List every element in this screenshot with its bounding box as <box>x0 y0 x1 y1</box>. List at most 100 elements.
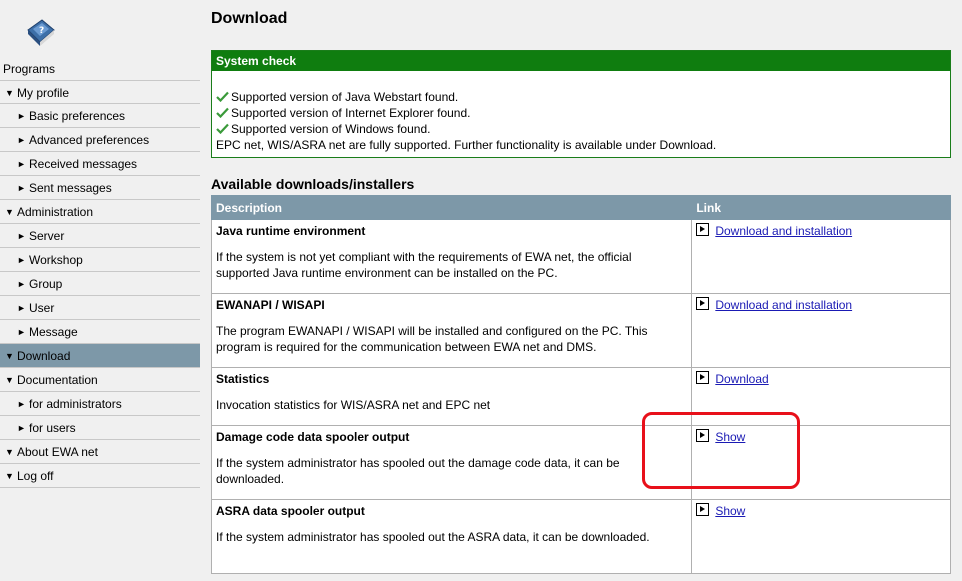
sidebar-item-label: Basic preferences <box>29 109 126 123</box>
sidebar-item-label: My profile <box>17 86 70 100</box>
sidebar-item-label: Group <box>29 277 63 291</box>
item-title: Damage code data spooler output <box>216 430 410 444</box>
bullet-arrow-icon: ► <box>17 279 26 289</box>
link-cell: Show <box>691 425 951 500</box>
link-cell: Download and installation <box>691 219 951 294</box>
description-cell: ASRA data spooler output If the system ad… <box>210 499 693 574</box>
expand-triangle-icon: ▼ <box>5 207 14 217</box>
table-row: ASRA data spooler output If the system ad… <box>210 499 951 574</box>
download-link[interactable]: Download and installation <box>715 298 852 312</box>
sidebar-item-workshop[interactable]: ► Workshop <box>0 248 200 272</box>
play-arrow-icon[interactable] <box>696 223 710 236</box>
sidebar-nav: ▼ My profile ► Basic preferences ► Advanced… <box>0 80 200 488</box>
item-description: Invocation statistics for WIS/ASRA net a… <box>216 398 491 412</box>
link-cell: Download and installation <box>691 293 951 368</box>
sidebar-item-log-off[interactable]: ▼ Log off <box>0 464 200 488</box>
sidebar-item-label: Log off <box>17 469 54 483</box>
expand-triangle-icon: ▼ <box>5 351 14 361</box>
sidebar-item-label: Advanced preferences <box>29 133 150 147</box>
check-line: Supported version of Internet Explorer f… <box>216 105 946 121</box>
sidebar-item-documentation[interactable]: ▼ Documentation <box>0 368 200 392</box>
system-check-panel: System check Supported version of Java W… <box>211 50 951 158</box>
sidebar-item-label: for administrators <box>29 397 122 411</box>
item-title: ASRA data spooler output <box>216 504 365 518</box>
page-title: Download <box>211 10 288 27</box>
description-cell: Java runtime environment If the system is… <box>210 219 693 294</box>
sidebar-item-user[interactable]: ► User <box>0 296 200 320</box>
sidebar-item-message[interactable]: ► Message <box>0 320 200 344</box>
play-arrow-icon[interactable] <box>696 503 710 516</box>
play-arrow-icon[interactable] <box>696 297 710 310</box>
expand-triangle-icon: ▼ <box>5 375 14 385</box>
item-description: If the system administrator has spooled … <box>216 456 620 486</box>
downloads-section-title: Available downloads/installers <box>211 176 415 192</box>
check-line: Supported version of Java Webstart found… <box>216 89 946 105</box>
table-row: Java runtime environment If the system is… <box>210 219 951 294</box>
sidebar-item-sent-messages[interactable]: ► Sent messages <box>0 176 200 200</box>
description-cell: Damage code data spooler output If the sy… <box>210 425 693 500</box>
item-description: The program EWANAPI / WISAPI will be ins… <box>216 324 648 354</box>
sidebar-item-label: Received messages <box>29 157 138 171</box>
check-text: Supported version of Internet Explorer f… <box>231 106 471 120</box>
sidebar-item-label: Documentation <box>17 373 98 387</box>
item-title: EWANAPI / WISAPI <box>216 298 325 312</box>
system-check-body: Supported version of Java Webstart found… <box>212 71 950 153</box>
sidebar-item-label: User <box>29 301 55 315</box>
link-cell: Show <box>691 499 951 574</box>
bullet-arrow-icon: ► <box>17 399 26 409</box>
sidebar-item-server[interactable]: ► Server <box>0 224 200 248</box>
column-header-description: Description <box>210 195 693 220</box>
table-row: Damage code data spooler output If the sy… <box>210 425 951 500</box>
download-link[interactable]: Download <box>715 372 768 386</box>
check-line: Supported version of Windows found. <box>216 121 946 137</box>
expand-triangle-icon: ▼ <box>5 88 14 98</box>
downloads-table: Description Link Java runtime environmen… <box>210 195 951 574</box>
item-description: If the system administrator has spooled … <box>216 530 650 544</box>
checkmark-icon <box>216 107 229 118</box>
check-text: Supported version of Java Webstart found… <box>231 90 459 104</box>
download-link[interactable]: Download and installation <box>715 224 852 238</box>
sidebar-item-advanced-preferences[interactable]: ► Advanced preferences <box>0 128 200 152</box>
bullet-arrow-icon: ► <box>17 255 26 265</box>
show-link[interactable]: Show <box>715 504 745 518</box>
item-description: If the system is not yet compliant with … <box>216 250 632 280</box>
item-title: Java runtime environment <box>216 224 366 238</box>
bullet-arrow-icon: ► <box>17 303 26 313</box>
show-link[interactable]: Show <box>715 430 745 444</box>
sidebar-item-label: for users <box>29 421 76 435</box>
sidebar-item-my-profile[interactable]: ▼ My profile <box>0 80 200 104</box>
table-row: Statistics Invocation statistics for WIS/… <box>210 367 951 426</box>
table-row: EWANAPI / WISAPI The program EWANAPI / WI… <box>210 293 951 368</box>
sidebar-item-download[interactable]: ▼ Download <box>0 344 200 368</box>
sidebar-item-basic-preferences[interactable]: ► Basic preferences <box>0 104 200 128</box>
play-arrow-icon[interactable] <box>696 371 710 384</box>
column-header-link: Link <box>691 195 951 220</box>
link-cell: Download <box>691 367 951 426</box>
programs-label: Programs <box>3 62 56 76</box>
sidebar-item-label: Message <box>29 325 78 339</box>
expand-triangle-icon: ▼ <box>5 447 14 457</box>
sidebar-item-for-users[interactable]: ► for users <box>0 416 200 440</box>
sidebar-item-administration[interactable]: ▼ Administration <box>0 200 200 224</box>
bullet-arrow-icon: ► <box>17 231 26 241</box>
checkmark-icon <box>216 123 229 134</box>
item-title: Statistics <box>216 372 270 386</box>
sidebar-item-about-ewa-net[interactable]: ▼ About EWA net <box>0 440 200 464</box>
sidebar-item-label: Workshop <box>29 253 83 267</box>
sidebar-item-label: Sent messages <box>29 181 112 195</box>
sidebar-item-received-messages[interactable]: ► Received messages <box>0 152 200 176</box>
ewa-help-book-icon[interactable]: ? <box>24 16 56 48</box>
sidebar-item-label: Server <box>29 229 65 243</box>
play-arrow-icon[interactable] <box>696 429 710 442</box>
bullet-arrow-icon: ► <box>17 159 26 169</box>
sidebar-item-for-administrators[interactable]: ► for administrators <box>0 392 200 416</box>
system-check-title: System check <box>212 51 950 71</box>
bullet-arrow-icon: ► <box>17 111 26 121</box>
sidebar-item-label: Download <box>17 349 71 363</box>
sidebar-item-label: Administration <box>17 205 94 219</box>
bullet-arrow-icon: ► <box>17 327 26 337</box>
sidebar-item-group[interactable]: ► Group <box>0 272 200 296</box>
check-text: Supported version of Windows found. <box>231 122 431 136</box>
sidebar: ? Programs ▼ My profile ► Basic preference… <box>0 0 200 581</box>
bullet-arrow-icon: ► <box>17 423 26 433</box>
